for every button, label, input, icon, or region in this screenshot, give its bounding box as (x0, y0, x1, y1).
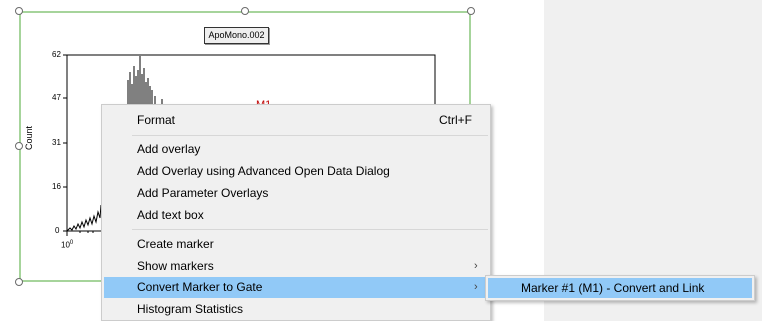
chevron-right-icon: › (474, 260, 478, 272)
y-axis-ticks (63, 54, 67, 232)
menu-item-label: Create marker (137, 237, 214, 251)
x-tick-label: 100 (61, 240, 73, 250)
menu-item-add-parameter-overlays[interactable]: Add Parameter Overlays (104, 183, 490, 204)
menu-item-label: Add Overlay using Advanced Open Data Dia… (137, 164, 390, 178)
menu-item-shortcut: Ctrl+F (439, 113, 472, 127)
menu-item-label: Histogram Statistics (137, 302, 244, 316)
chevron-right-icon: › (474, 281, 478, 293)
submenu-item-marker-1-convert-and-link[interactable]: Marker #1 (M1) - Convert and Link (488, 278, 752, 298)
menu-item-label: Add Parameter Overlays (137, 186, 269, 200)
x-axis-ticks (66, 231, 94, 236)
menu-item-label: Show markers (137, 259, 214, 273)
histogram-peak (127, 56, 163, 104)
y-tick-label: 47 (52, 93, 61, 102)
menu-item-label: Add text box (137, 208, 204, 222)
y-axis-label: Count (24, 125, 34, 150)
y-tick-label: 62 (52, 50, 61, 59)
x-tick-base: 10 (61, 240, 70, 250)
context-menu: Format Ctrl+F Add overlay Add Overlay us… (101, 104, 491, 321)
menu-item-label: Format (137, 113, 176, 127)
menu-item-label: Add overlay (137, 142, 201, 156)
menu-separator (132, 135, 488, 136)
y-tick-label: 0 (55, 226, 60, 235)
submenu-item-label: Marker #1 (M1) - Convert and Link (521, 281, 705, 295)
menu-item-add-overlay[interactable]: Add overlay (104, 139, 490, 160)
menu-item-format[interactable]: Format Ctrl+F (104, 110, 490, 131)
menu-item-label: Convert Marker to Gate (137, 280, 263, 294)
x-tick-exponent: 0 (69, 240, 74, 246)
y-tick-label: 31 (52, 138, 61, 147)
menu-item-add-overlay-advanced[interactable]: Add Overlay using Advanced Open Data Dia… (104, 161, 490, 182)
menu-item-histogram-statistics[interactable]: Histogram Statistics (104, 299, 490, 320)
menu-item-create-marker[interactable]: Create marker (104, 234, 490, 255)
menu-item-convert-marker-to-gate[interactable]: Convert Marker to Gate › (104, 277, 490, 298)
menu-separator (132, 229, 488, 230)
menu-item-add-text-box[interactable]: Add text box (104, 205, 490, 226)
menu-item-show-markers[interactable]: Show markers › (104, 256, 490, 277)
y-tick-label: 16 (52, 182, 61, 191)
histogram-trace (66, 204, 102, 232)
convert-marker-submenu: Marker #1 (M1) - Convert and Link (485, 275, 755, 301)
